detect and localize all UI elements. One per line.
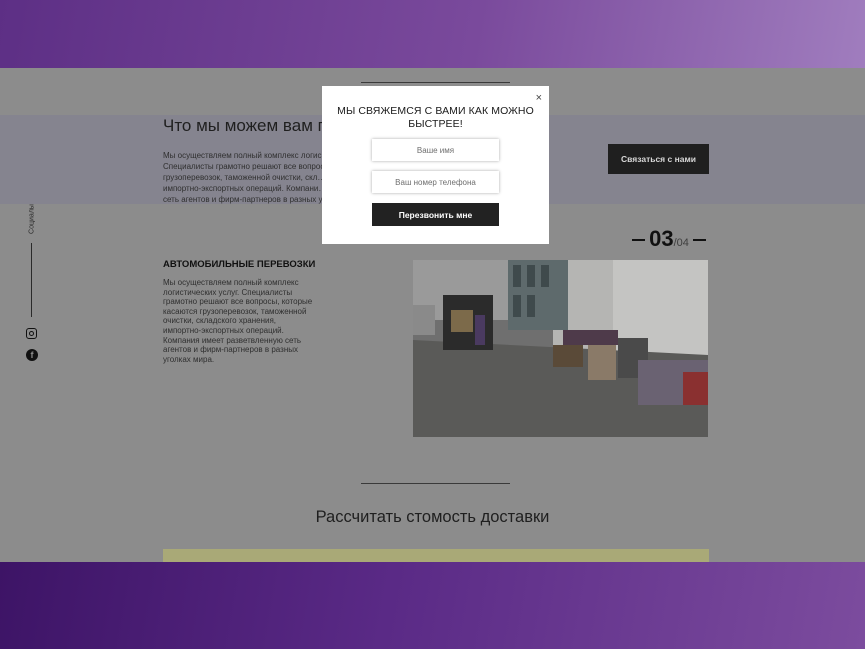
- slide-text: Мы осуществляем полный комплекс логистич…: [163, 278, 313, 364]
- section-divider-2: [361, 483, 510, 484]
- slide-title: АВТОМОБИЛЬНЫЕ ПЕРЕВОЗКИ: [163, 259, 316, 270]
- slide-current: 03: [649, 226, 674, 251]
- calculator-panel: [163, 549, 709, 562]
- slide-total: /04: [673, 237, 689, 249]
- services-title: Что мы можем вам п: [163, 116, 327, 135]
- instagram-icon[interactable]: [26, 328, 37, 339]
- calculator-title: Рассчитать стомость доставки: [315, 508, 550, 526]
- next-slide-arrow[interactable]: [692, 239, 706, 241]
- socials-divider: [31, 243, 32, 317]
- truck-unloading-photo: [413, 260, 708, 437]
- callback-submit-button[interactable]: Перезвонить мне: [372, 203, 499, 226]
- slide-counter: 03 /04: [628, 226, 710, 251]
- modal-title: МЫ СВЯЖЕМСЯ С ВАМИ КАК МОЖНО БЫСТРЕЕ!: [337, 105, 534, 130]
- contact-us-button[interactable]: Связаться с нами: [608, 144, 709, 174]
- phone-input[interactable]: [372, 171, 499, 193]
- socials-label-text: Социалы: [28, 204, 36, 234]
- top-purple-band: [0, 0, 865, 68]
- socials-label: Социалы: [26, 204, 38, 234]
- callback-modal: × МЫ СВЯЖЕМСЯ С ВАМИ КАК МОЖНО БЫСТРЕЕ! …: [322, 86, 549, 244]
- bottom-purple-band: [0, 562, 865, 649]
- services-text: Мы осуществляем полный комплекс логис… С…: [163, 151, 331, 204]
- close-icon[interactable]: ×: [536, 92, 542, 104]
- section-divider: [361, 82, 510, 83]
- prev-slide-arrow[interactable]: [632, 239, 646, 241]
- slide-photo: [413, 260, 708, 437]
- name-input[interactable]: [372, 139, 499, 161]
- facebook-icon[interactable]: f: [26, 349, 38, 361]
